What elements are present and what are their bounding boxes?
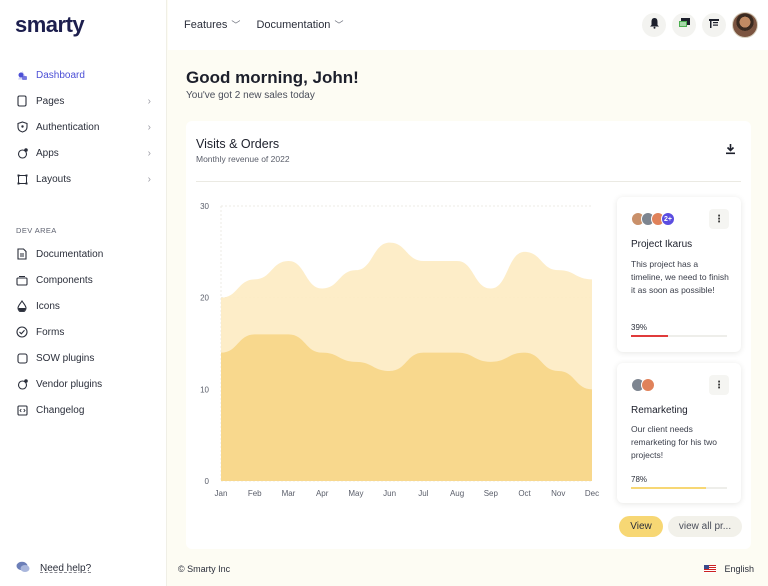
us-flag-icon (704, 565, 717, 573)
check-circle-icon (16, 326, 28, 338)
logo[interactable]: smarty (15, 12, 85, 38)
topbar-actions (642, 12, 758, 38)
sidebar-item-label: Icons (36, 300, 60, 312)
code-icon (16, 404, 28, 416)
chevron-down-icon: ﹀ (334, 20, 344, 30)
messages-button[interactable] (672, 13, 696, 37)
shield-icon (16, 121, 28, 133)
notifications-button[interactable] (642, 13, 666, 37)
more-options-button[interactable]: ⋮ (709, 209, 729, 229)
chat-icon (16, 561, 30, 576)
member-avatars (631, 378, 655, 392)
sidebar-item-label: Changelog (36, 404, 85, 416)
sidebar-item-sow-plugins[interactable]: SOW plugins (0, 345, 167, 371)
sidebar-item-label: Forms (36, 326, 65, 338)
section-label-dev-area: DEV AREA (16, 226, 57, 235)
view-button[interactable]: View (619, 516, 663, 537)
menu-label: Features (184, 19, 228, 31)
footer-copyright: © Smarty Inc (178, 564, 231, 574)
progress-fill (631, 335, 669, 337)
plugin-icon (16, 352, 28, 364)
project-card-ikarus[interactable]: 2+ ⋮ Project Ikarus This project has a t… (617, 197, 741, 352)
sidebar-item-components[interactable]: Components (0, 267, 167, 293)
download-icon (725, 142, 736, 160)
help-label: Need help? (40, 563, 92, 574)
language-label: English (724, 564, 754, 574)
sidebar-item-changelog[interactable]: Changelog (0, 397, 167, 423)
sidebar-item-label: Authentication (36, 121, 100, 133)
progress-label: 78% (631, 475, 648, 484)
sidebar-item-apps[interactable]: Apps › (0, 140, 167, 166)
card-title: Visits & Orders (196, 137, 280, 151)
progress-fill (631, 487, 706, 489)
card-subtitle: Monthly revenue of 2022 (196, 154, 290, 164)
sidebar-item-label: Components (36, 274, 93, 286)
menu-features[interactable]: Features ﹀ (184, 18, 240, 31)
sidebar-item-documentation[interactable]: Documentation (0, 241, 167, 267)
sidebar-item-dashboard[interactable]: Dashboard (0, 62, 167, 88)
project-description: Our client needs remarketing for his two… (631, 424, 717, 460)
progress-label: 39% (631, 323, 648, 332)
kebab-icon: ⋮ (714, 379, 724, 391)
member-avatar (641, 378, 655, 392)
dashboard-icon (16, 69, 28, 81)
chevron-right-icon: › (147, 147, 151, 159)
page-title: Good morning, John! (186, 68, 359, 87)
download-button[interactable] (719, 140, 741, 162)
message-icon (678, 16, 691, 34)
user-avatar[interactable] (732, 12, 758, 38)
chevron-right-icon: › (147, 121, 151, 133)
calendar-icon (708, 16, 720, 34)
sidebar-item-icons[interactable]: Icons (0, 293, 167, 319)
sidebar-item-pages[interactable]: Pages › (0, 88, 167, 114)
help-link[interactable]: Need help? (16, 561, 91, 576)
chevron-down-icon: ﹀ (231, 20, 241, 30)
dev-area-nav: Documentation Components Icons Forms SOW… (0, 241, 167, 423)
components-icon (16, 274, 28, 286)
sidebar-item-label: Pages (36, 95, 65, 107)
sidebar-item-label: Layouts (36, 173, 72, 185)
sidebar-item-vendor-plugins[interactable]: Vendor plugins (0, 371, 167, 397)
project-description: This project has a timeline, we need to … (631, 259, 729, 295)
page-subtitle: You've got 2 new sales today (186, 90, 315, 101)
project-card-remarketing[interactable]: ⋮ Remarketing Our client needs remarketi… (617, 363, 741, 503)
sidebar-nav: Dashboard Pages › Authentication › Apps … (0, 62, 167, 192)
sidebar-item-label: Vendor plugins (36, 378, 103, 390)
chevron-right-icon: › (147, 173, 151, 185)
vendor-icon (16, 378, 28, 390)
menu-documentation[interactable]: Documentation ﹀ (256, 18, 343, 31)
droplet-icon (16, 300, 28, 312)
sidebar-item-label: SOW plugins (36, 352, 95, 364)
top-menu: Features ﹀ Documentation ﹀ (184, 18, 343, 31)
progress-bar (631, 335, 727, 337)
sidebar-item-layouts[interactable]: Layouts › (0, 166, 167, 192)
kebab-icon: ⋮ (714, 213, 724, 225)
progress-bar (631, 487, 727, 489)
menu-label: Documentation (256, 19, 331, 31)
sidebar-item-label: Dashboard (36, 69, 85, 81)
project-title: Remarketing (631, 405, 688, 416)
sidebar-item-forms[interactable]: Forms (0, 319, 167, 345)
document-icon (16, 248, 28, 260)
card-divider (196, 181, 741, 182)
member-avatars: 2+ (631, 212, 675, 226)
sidebar-item-label: Documentation (36, 248, 104, 260)
apps-icon (16, 147, 28, 159)
sidebar-item-label: Apps (36, 147, 59, 159)
more-options-button[interactable]: ⋮ (709, 375, 729, 395)
chevron-right-icon: › (147, 95, 151, 107)
language-selector[interactable]: English (704, 564, 754, 574)
calendar-button[interactable] (702, 13, 726, 37)
sidebar: smarty Dashboard Pages › Authentication … (0, 0, 167, 586)
page-icon (16, 95, 28, 107)
topbar: Features ﹀ Documentation ﹀ (168, 0, 768, 50)
project-title: Project Ikarus (631, 239, 693, 250)
sidebar-item-authentication[interactable]: Authentication › (0, 114, 167, 140)
view-all-projects-button[interactable]: view all pr... (668, 516, 742, 537)
layout-icon (16, 173, 28, 185)
more-members-badge: 2+ (661, 212, 675, 226)
bell-icon (649, 16, 660, 34)
